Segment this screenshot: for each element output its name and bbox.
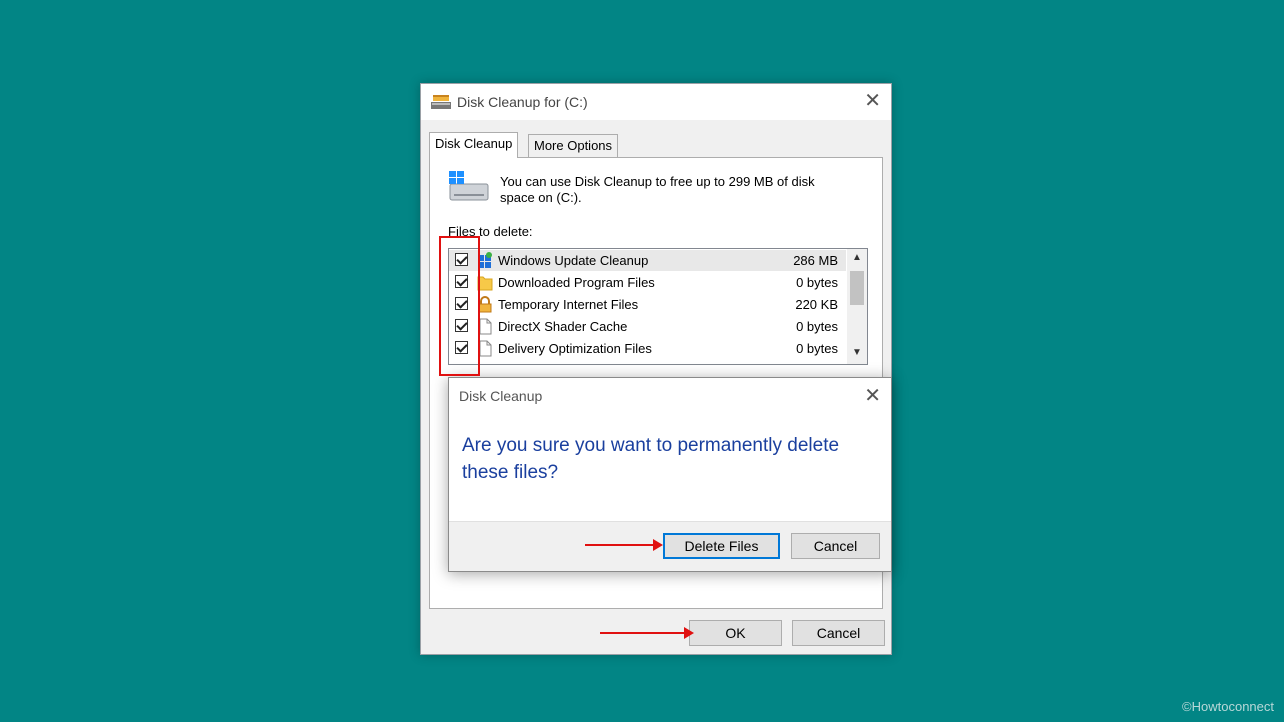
file-name: Downloaded Program Files [498,275,655,290]
list-item[interactable]: Downloaded Program Files 0 bytes [449,272,846,293]
tab-disk-cleanup[interactable]: Disk Cleanup [429,132,519,158]
disk-cleanup-icon [431,95,451,109]
cancel-button[interactable]: Cancel [792,620,885,646]
list-item[interactable]: Windows Update Cleanup 286 MB [449,250,846,271]
list-item[interactable]: Temporary Internet Files 220 KB [449,294,846,315]
file-size: 0 bytes [796,275,838,290]
close-icon[interactable]: ✕ [864,91,881,111]
dialog-cancel-button[interactable]: Cancel [791,533,880,559]
title-bar: Disk Cleanup for (C:) ✕ [421,84,891,120]
file-name: Delivery Optimization Files [498,341,652,356]
file-size: 220 KB [795,297,838,312]
description-text: You can use Disk Cleanup to free up to 2… [500,174,815,205]
checkbox-highlight-annotation [439,236,480,376]
delete-files-button[interactable]: Delete Files [663,533,780,559]
close-icon[interactable]: ✕ [864,386,881,406]
dialog-body: Disk Cleanup ✕ Are you sure you want to … [449,378,891,522]
arrow-icon [585,539,663,551]
window-title: Disk Cleanup for (C:) [457,94,588,110]
list-item[interactable]: DirectX Shader Cache 0 bytes [449,316,846,337]
watermark: ©Howtoconnect [1182,699,1274,714]
dialog-title: Disk Cleanup [459,388,543,404]
scroll-up-icon[interactable]: ▲ [847,252,867,266]
file-size: 286 MB [793,253,838,268]
file-name: DirectX Shader Cache [498,319,628,334]
files-list[interactable]: Windows Update Cleanup 286 MB Downloaded… [448,248,868,365]
vertical-scrollbar[interactable]: ▲ ▼ [847,249,867,364]
ok-button[interactable]: OK [689,620,782,646]
tab-more-options[interactable]: More Options [528,134,619,158]
file-size: 0 bytes [796,341,838,356]
scroll-thumb[interactable] [850,271,864,305]
arrow-icon [600,627,694,639]
scroll-down-icon[interactable]: ▼ [847,347,867,361]
list-item[interactable]: Delivery Optimization Files 0 bytes [449,338,846,359]
confirm-dialog: Disk Cleanup ✕ Are you sure you want to … [448,377,892,572]
drive-icon [449,171,489,201]
file-name: Temporary Internet Files [498,297,639,312]
file-name: Windows Update Cleanup [498,253,649,268]
file-size: 0 bytes [796,319,838,334]
dialog-message: Are you sure you want to permanently del… [462,435,840,483]
